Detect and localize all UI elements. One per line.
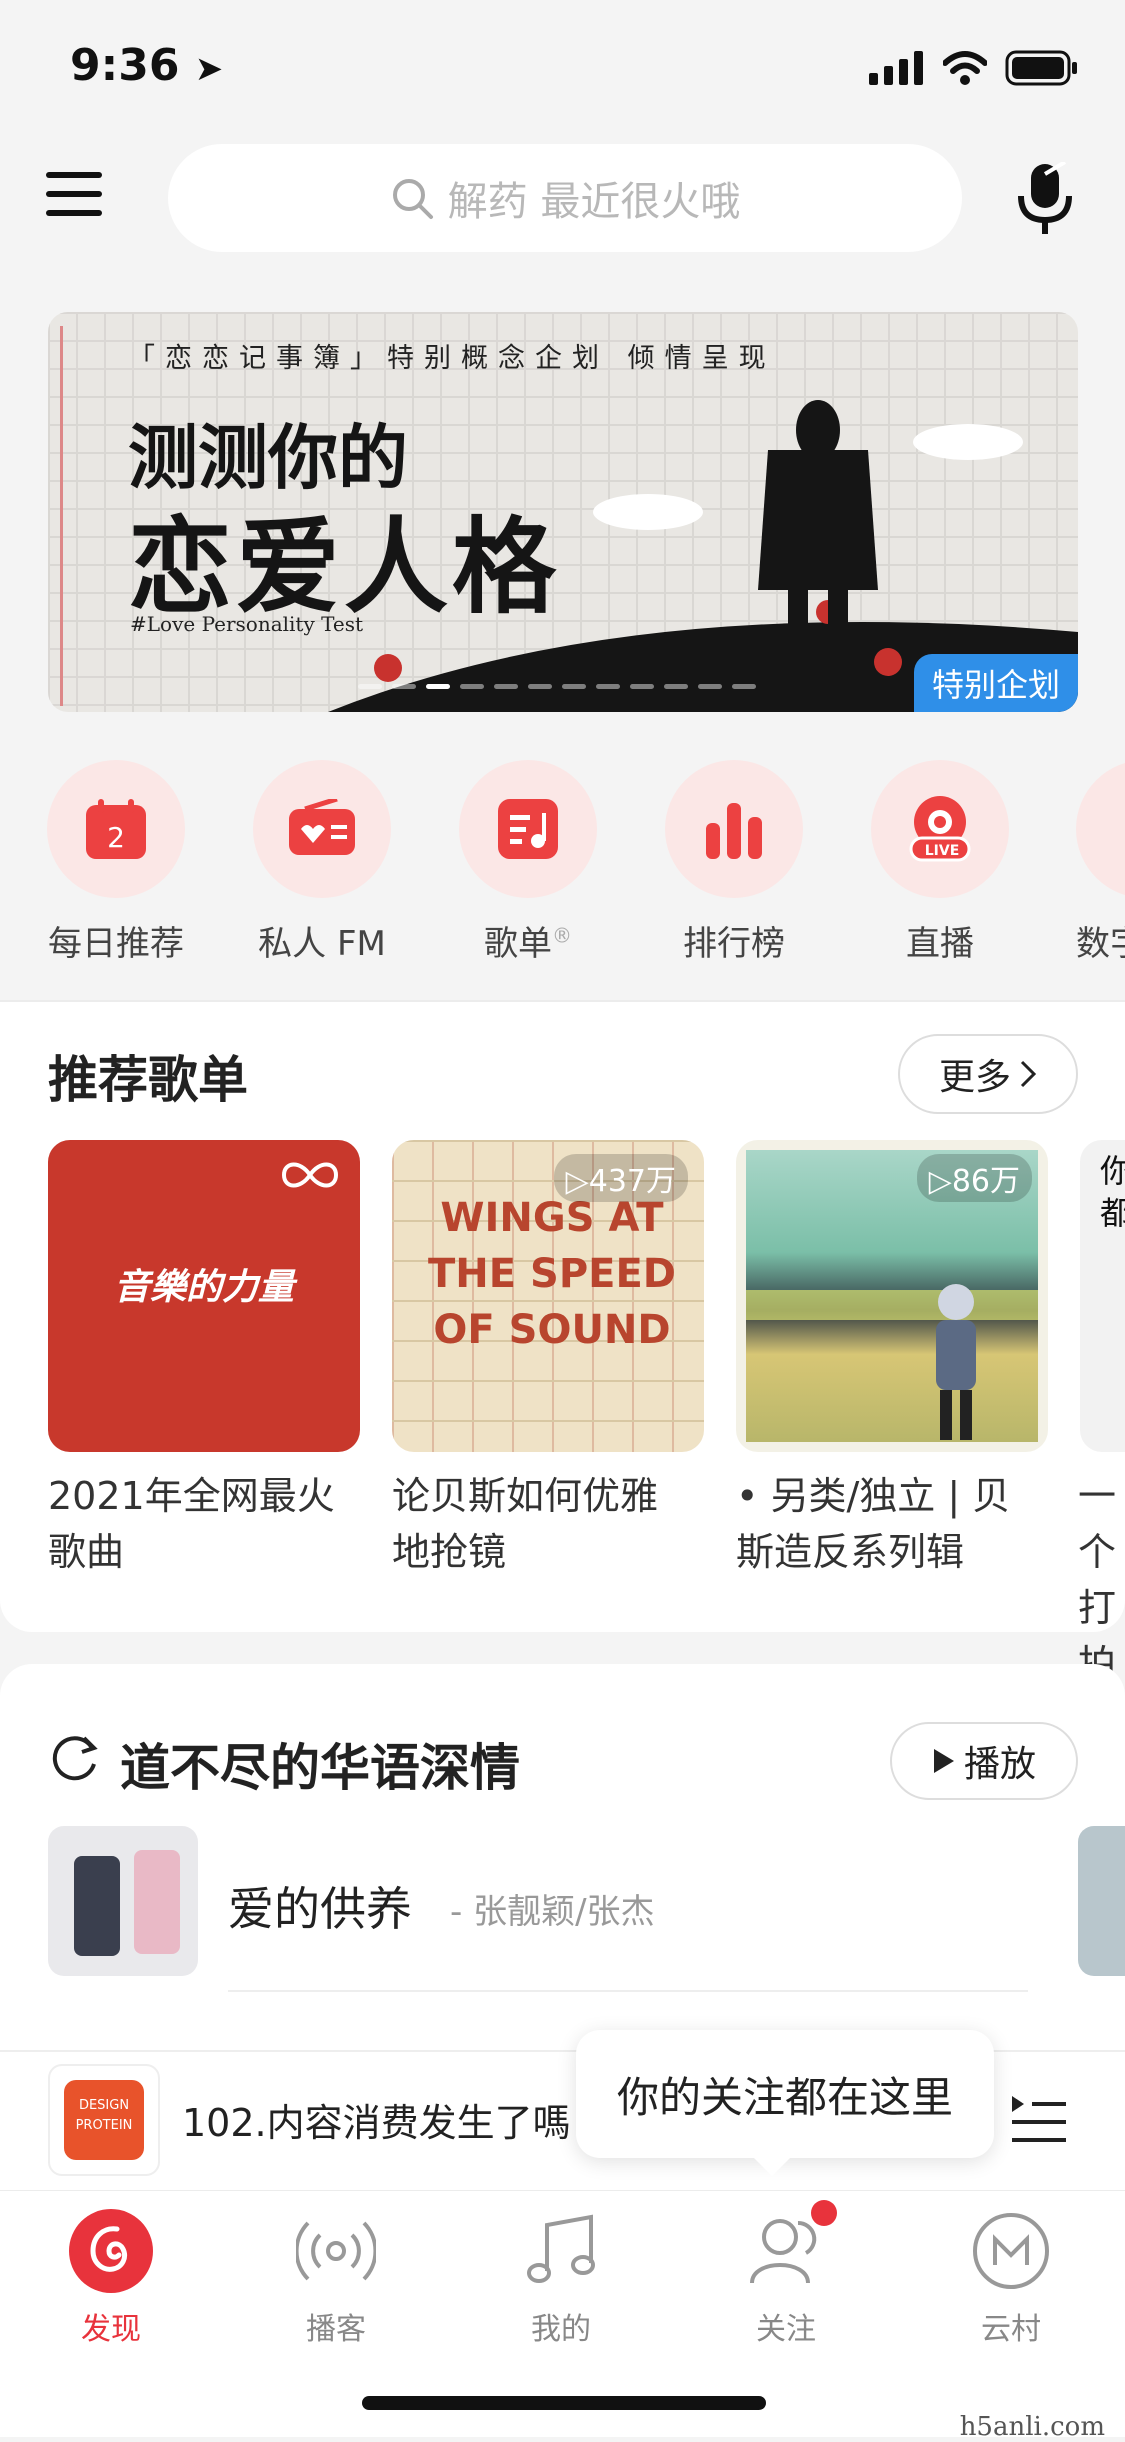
podcast-icon (296, 2221, 376, 2281)
banner-tag: 特别企划 (913, 654, 1078, 712)
playlist-cover[interactable]: 音樂的力量 (48, 1140, 360, 1452)
cover-text: 你都 (1100, 1152, 1125, 1232)
quick-label: 每日推荐 (48, 924, 184, 964)
search-placeholder: 解药 最近很火哦 (447, 179, 741, 225)
charts-button[interactable]: 排行榜 (664, 760, 804, 965)
watermark: h5anli.com (959, 2412, 1105, 2442)
play-all-button[interactable]: 播放 (890, 1722, 1078, 1800)
tab-mine[interactable]: 我的 (491, 2206, 631, 2348)
playlist-caption[interactable]: 2021年全网最火歌曲 (48, 1468, 364, 1580)
playlist-caption[interactable]: • 另类/独立 | 贝斯造反系列辑 (736, 1468, 1036, 1580)
song-title[interactable]: 爱的供养 (228, 1873, 412, 1939)
section-title: 道不尽的华语深情 (120, 1739, 520, 1797)
player-track: 102.内容消费发生了嗎 (182, 2101, 571, 2145)
quick-label: 数字 (1076, 924, 1125, 964)
microphone-icon[interactable] (1015, 162, 1075, 236)
quick-label: 排行榜 (683, 924, 785, 964)
menu-icon[interactable] (46, 172, 102, 218)
more-button[interactable]: 更多 (898, 1034, 1078, 1114)
private-fm-button[interactable]: 私人 FM (252, 760, 392, 965)
banner[interactable]: 「恋恋记事簿」特别概念企划 倾情呈现 测测你的 恋爱人格 #Love Perso… (48, 312, 1078, 712)
status-icons (869, 50, 1079, 86)
play-icon (933, 1749, 954, 1773)
banner-cloud (593, 494, 703, 530)
song-cover[interactable] (1078, 1826, 1125, 1976)
playlist-caption[interactable]: 一个打拍 (1078, 1468, 1120, 1692)
svg-text:2: 2 (107, 821, 125, 854)
digital-button[interactable]: 数字 (1076, 760, 1125, 965)
banner-figure (758, 400, 878, 670)
calendar-icon: 2 (86, 799, 146, 859)
playlist-button[interactable]: 歌单® (458, 760, 598, 965)
tab-label: 关注 (756, 2312, 816, 2347)
search-input[interactable]: 解药 最近很火哦 (168, 144, 962, 252)
music-note-icon (527, 2214, 595, 2283)
notification-dot (811, 2200, 837, 2226)
refresh-icon[interactable] (50, 1734, 100, 1784)
song-artist: - 张靓颖/张杰 (450, 1892, 655, 1932)
quick-label: 私人 FM (258, 924, 386, 964)
play-count: ▷437万 (553, 1154, 688, 1202)
netease-logo-icon (69, 2209, 153, 2293)
banner-cloud-2 (913, 424, 1023, 460)
status-time: 9:36 ➤ (70, 40, 224, 91)
playlist-queue-icon[interactable] (1010, 2090, 1066, 2146)
song-cover[interactable] (48, 1826, 198, 1976)
search-icon (392, 179, 433, 219)
svg-text:LIVE: LIVE (925, 843, 960, 859)
playlist-cover[interactable]: ▷86万 (736, 1140, 1048, 1452)
chevron-right-icon (1020, 1060, 1037, 1088)
wifi-icon (943, 51, 987, 85)
banner-pagination (358, 684, 756, 689)
more-label: 更多 (938, 1057, 1011, 1098)
playlist-cover[interactable]: WINGS AT THE SPEED OF SOUND ▷437万 (392, 1140, 704, 1452)
cloud-village-icon (973, 2213, 1049, 2289)
section-title: 推荐歌单 (48, 1051, 248, 1109)
tab-follow[interactable]: 关注 (716, 2200, 856, 2348)
battery-icon (1005, 50, 1077, 86)
home-indicator (362, 2396, 766, 2410)
cover-text: WINGS AT THE SPEED OF SOUND (428, 1195, 676, 1353)
radio-icon (289, 799, 355, 855)
divider (228, 1990, 1028, 1992)
follow-tooltip: 你的关注都在这里 (576, 2030, 994, 2176)
loop-icon (281, 1162, 339, 1188)
play-label: 播放 (963, 1744, 1036, 1785)
quick-label: 歌单® (484, 923, 572, 964)
follow-icon (750, 2219, 817, 2284)
quick-label: 直播 (906, 924, 974, 964)
tab-label: 云村 (981, 2312, 1041, 2347)
playlist-cover[interactable]: 你都 (1080, 1140, 1125, 1452)
cover-text: 音樂的力量 (113, 1267, 294, 1308)
tab-label: 发现 (81, 2312, 141, 2347)
banner-top-line: 「恋恋记事簿」特别概念企划 倾情呈现 (128, 343, 776, 374)
player-cover-art: DESIGN PROTEIN (64, 2080, 144, 2160)
signal-icon (869, 51, 923, 85)
tab-label: 我的 (531, 2312, 591, 2347)
cover-figure (936, 1284, 976, 1440)
live-button[interactable]: LIVE 直播 (870, 760, 1010, 965)
tab-cloud-village[interactable]: 云村 (941, 2206, 1081, 2348)
playlist-caption[interactable]: 论贝斯如何优雅地抢镜 (392, 1468, 692, 1580)
chart-icon (706, 803, 762, 859)
live-icon: LIVE (909, 796, 971, 862)
player-cover[interactable]: DESIGN PROTEIN (48, 2064, 160, 2176)
playlist-icon (498, 799, 558, 859)
tab-discover[interactable]: 发现 (41, 2206, 181, 2348)
tab-podcast[interactable]: 播客 (266, 2206, 406, 2348)
daily-recommend-button[interactable]: 2 每日推荐 (46, 760, 186, 965)
play-count: ▷86万 (916, 1154, 1032, 1202)
tab-label: 播客 (306, 2312, 366, 2347)
